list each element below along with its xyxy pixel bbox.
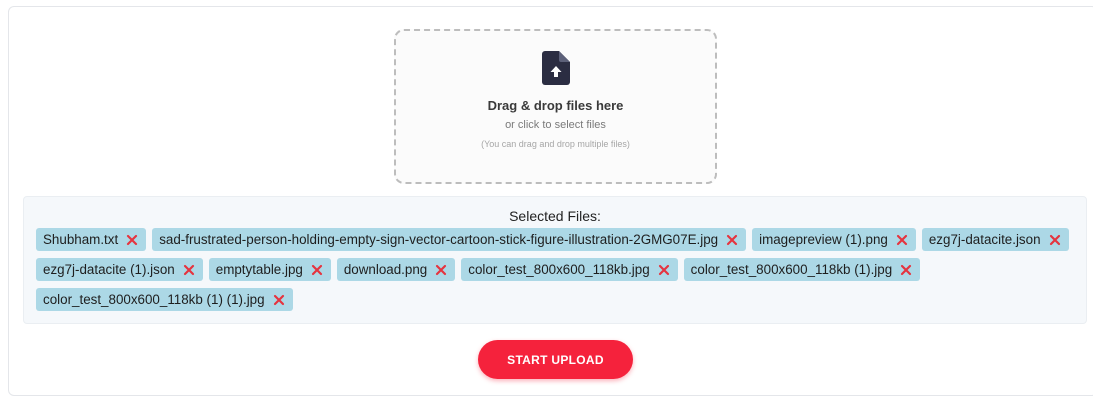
remove-file-icon[interactable] bbox=[1048, 233, 1062, 247]
file-chip-name: download.png bbox=[343, 262, 428, 277]
remove-file-icon[interactable] bbox=[310, 263, 324, 277]
file-chip: ezg7j-datacite (1).json bbox=[36, 258, 203, 281]
file-chip: emptytable.jpg bbox=[208, 258, 331, 281]
start-upload-button[interactable]: START UPLOAD bbox=[478, 340, 633, 379]
remove-file-icon[interactable] bbox=[434, 263, 448, 277]
file-chip-name: color_test_800x600_118kb (1).jpg bbox=[690, 262, 893, 277]
remove-file-icon[interactable] bbox=[899, 263, 913, 277]
file-chip-name: color_test_800x600_118kb.jpg bbox=[468, 262, 650, 277]
remove-file-icon[interactable] bbox=[125, 233, 139, 247]
file-chip-name: Shubham.txt bbox=[43, 232, 119, 247]
selected-files-panel: Selected Files: Shubham.txt sad-frustrate… bbox=[23, 196, 1087, 324]
file-chip: ezg7j-datacite.json bbox=[921, 228, 1069, 251]
file-chip: imagepreview (1).png bbox=[752, 228, 916, 251]
file-chip: color_test_800x600_118kb (1).jpg bbox=[683, 258, 921, 281]
file-chip: download.png bbox=[336, 258, 456, 281]
remove-file-icon[interactable] bbox=[272, 293, 286, 307]
file-chip: sad-frustrated-person-holding-empty-sign… bbox=[152, 228, 747, 251]
file-chip-name: ezg7j-datacite (1).json bbox=[43, 262, 175, 277]
dropzone-note: (You can drag and drop multiple files) bbox=[481, 139, 630, 149]
remove-file-icon[interactable] bbox=[657, 263, 671, 277]
remove-file-icon[interactable] bbox=[725, 233, 739, 247]
file-chip: color_test_800x600_118kb.jpg bbox=[461, 258, 678, 281]
file-chip-name: ezg7j-datacite.json bbox=[928, 232, 1041, 247]
file-chip: Shubham.txt bbox=[36, 228, 147, 251]
dropzone-subtitle: or click to select files bbox=[505, 119, 606, 131]
remove-file-icon[interactable] bbox=[895, 233, 909, 247]
file-chip-list: Shubham.txt sad-frustrated-person-holding… bbox=[36, 228, 1076, 311]
file-upload-icon bbox=[542, 51, 570, 85]
selected-files-title: Selected Files: bbox=[509, 208, 601, 224]
file-chip: color_test_800x600_118kb (1) (1).jpg bbox=[36, 288, 293, 311]
file-chip-name: color_test_800x600_118kb (1) (1).jpg bbox=[43, 292, 265, 307]
file-chip-name: emptytable.jpg bbox=[215, 262, 303, 277]
file-chip-name: sad-frustrated-person-holding-empty-sign… bbox=[159, 232, 719, 247]
dropzone-title: Drag & drop files here bbox=[487, 98, 624, 113]
file-chip-name: imagepreview (1).png bbox=[759, 232, 888, 247]
remove-file-icon[interactable] bbox=[182, 263, 196, 277]
file-dropzone[interactable]: Drag & drop files here or click to selec… bbox=[394, 29, 717, 184]
